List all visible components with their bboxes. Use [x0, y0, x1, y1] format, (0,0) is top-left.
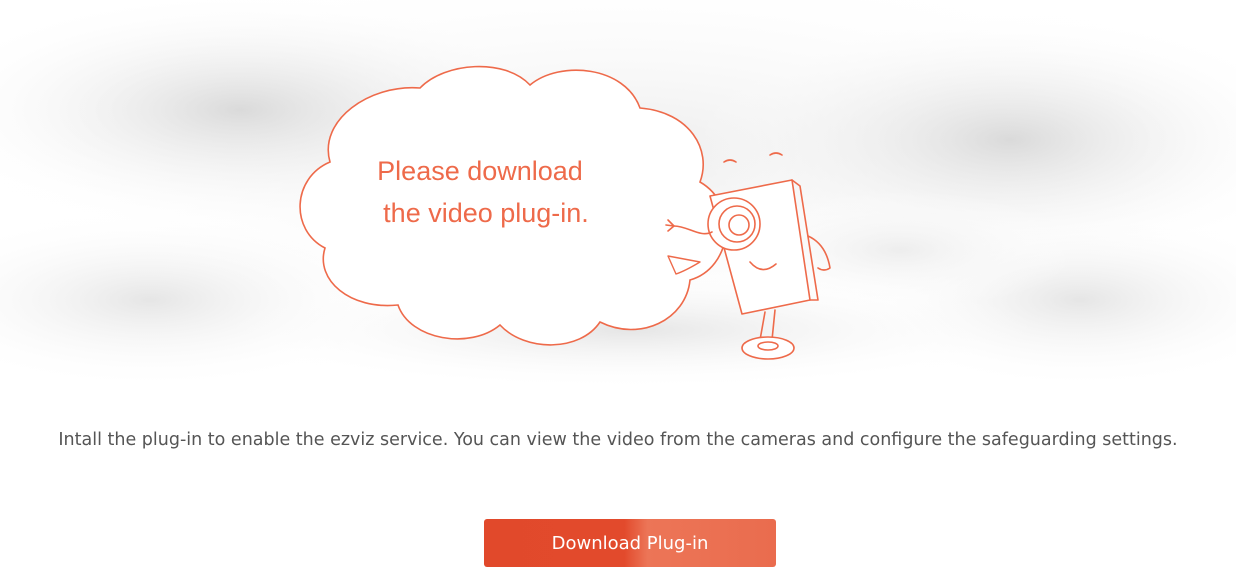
speech-bubble-text: Please download the video plug-in. — [330, 150, 630, 234]
plugin-illustration: Please download the video plug-in. — [0, 0, 1236, 410]
plugin-required-page: Please download the video plug-in. Intal… — [0, 0, 1236, 579]
bubble-line-2: the video plug-in. — [383, 198, 589, 228]
plugin-description: Intall the plug-in to enable the ezviz s… — [58, 430, 1178, 450]
download-plugin-button[interactable]: Download Plug-in — [484, 519, 776, 567]
bubble-line-1: Please download — [377, 156, 583, 186]
